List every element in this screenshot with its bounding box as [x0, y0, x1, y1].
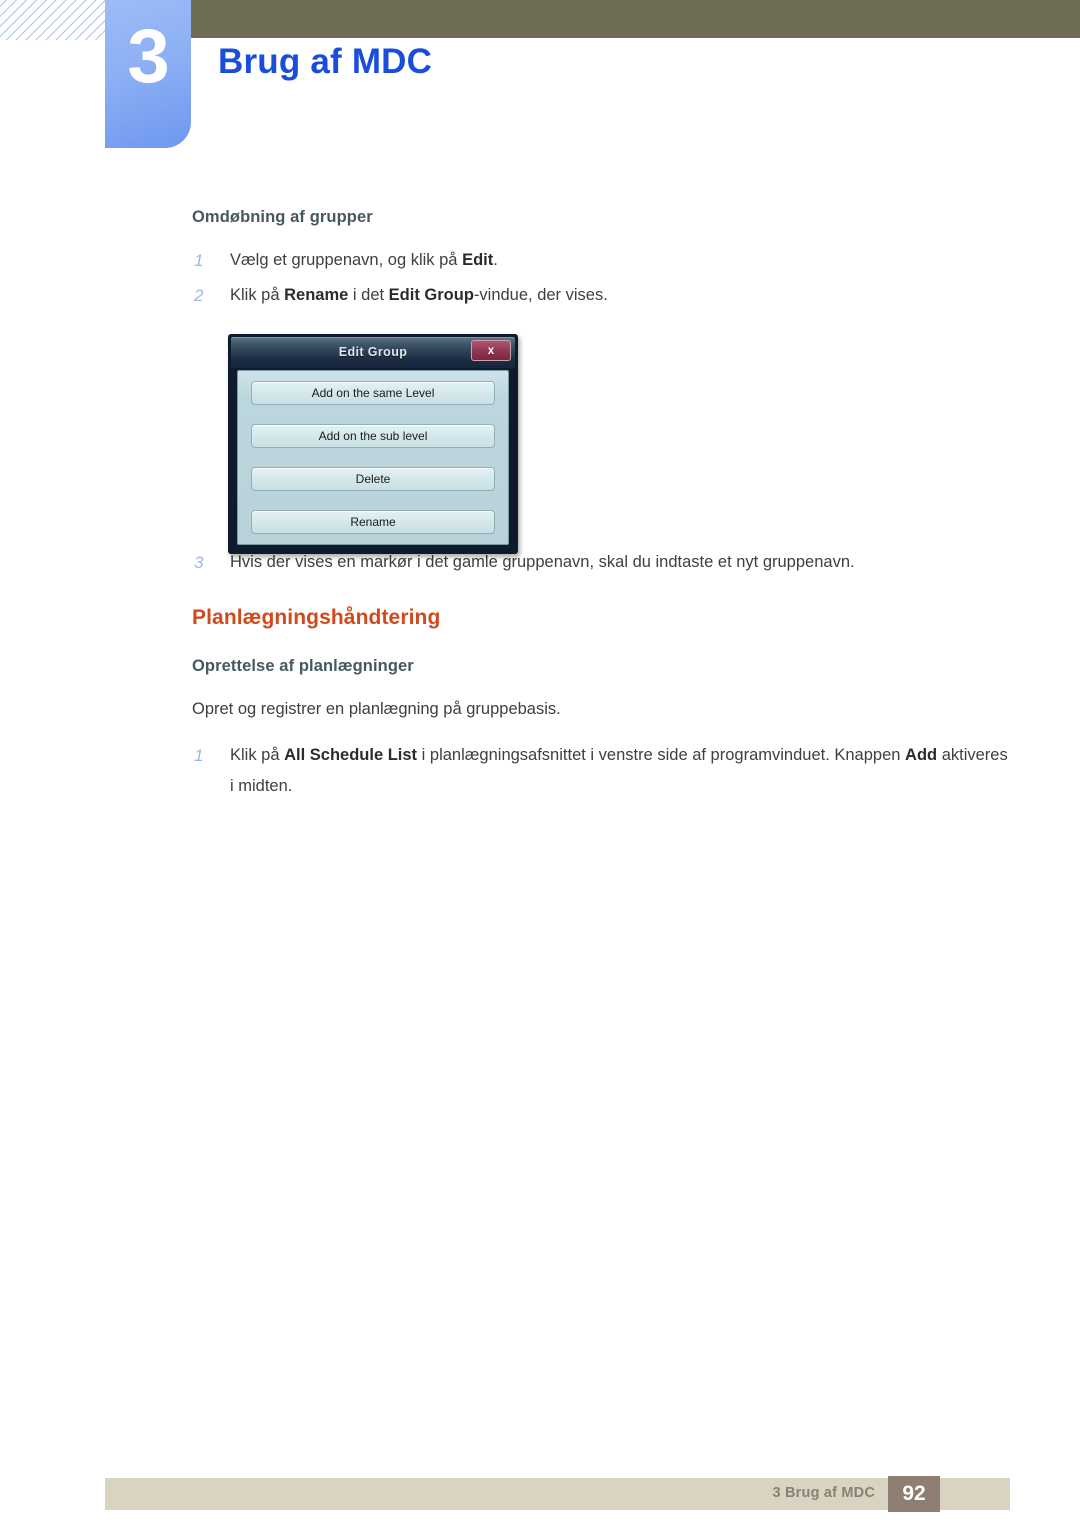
step-marker: 2: [194, 286, 204, 305]
step-text: Hvis der vises en markør i det gamle gru…: [230, 553, 855, 571]
step-text-bold-2: Edit Group: [388, 286, 474, 304]
subheading-omdoebning: Omdøbning af grupper: [192, 208, 373, 226]
list-item: 2 Klik på Rename i det Edit Group-vindue…: [192, 280, 1012, 311]
step-text-bold: Rename: [284, 286, 349, 304]
steps-list-rename-group: 1 Vælg et gruppenavn, og klik på Edit. 2…: [192, 245, 1012, 311]
step-marker: 3: [194, 553, 204, 572]
edit-group-dialog: Edit Group x Add on the same Level Add o…: [228, 334, 518, 554]
step-text-pre: Klik på: [230, 746, 285, 764]
close-icon[interactable]: x: [471, 340, 511, 361]
section-heading-planlaegning: Planlægningshåndtering: [192, 606, 441, 629]
decorative-hatch-pattern: [0, 0, 106, 40]
step-text-bold: Edit: [462, 251, 494, 269]
add-on-sub-level-button[interactable]: Add on the sub level: [251, 424, 495, 448]
page-footer: 3 Brug af MDC 92: [105, 1476, 1010, 1512]
step-text-post: -vindue, der vises.: [473, 286, 608, 304]
step-text-mid: i det: [348, 286, 389, 304]
step-text-mid: i planlægningsafsnittet i venstre side a…: [417, 746, 906, 764]
step-text-bold-2: Add: [905, 746, 938, 764]
step-marker: 1: [194, 746, 204, 765]
chapter-number: 3: [127, 14, 169, 99]
intro-paragraph: Opret og registrer en planlægning på gru…: [192, 700, 561, 718]
add-on-same-level-button[interactable]: Add on the same Level: [251, 381, 495, 405]
list-item: 1 Klik på All Schedule List i planlægnin…: [192, 740, 1012, 802]
delete-button[interactable]: Delete: [251, 467, 495, 491]
dialog-titlebar: Edit Group x: [231, 337, 515, 368]
edit-group-dialog-screenshot: Edit Group x Add on the same Level Add o…: [228, 334, 518, 554]
subheading-oprettelse: Oprettelse af planlægninger: [192, 657, 414, 675]
page-title: Brug af MDC: [218, 42, 433, 81]
step-marker: 1: [194, 251, 204, 270]
page-number-badge: 92: [888, 1476, 940, 1512]
step-text-bold: All Schedule List: [284, 746, 418, 764]
step-text-pre: Klik på: [230, 286, 285, 304]
steps-list-create-schedule: 1 Klik på All Schedule List i planlægnin…: [192, 740, 1012, 802]
header-olive-bar: [190, 0, 1080, 38]
dialog-body: Add on the same Level Add on the sub lev…: [237, 370, 509, 545]
chapter-badge: 3: [105, 0, 191, 148]
step-text-pre: Vælg et gruppenavn, og klik på: [230, 251, 463, 269]
footer-chapter-label: 3 Brug af MDC: [772, 1485, 875, 1501]
list-item: 1 Vælg et gruppenavn, og klik på Edit.: [192, 245, 1012, 276]
page-header: 3 Brug af MDC: [0, 0, 1080, 160]
step-text-post: .: [493, 251, 498, 269]
rename-button[interactable]: Rename: [251, 510, 495, 534]
